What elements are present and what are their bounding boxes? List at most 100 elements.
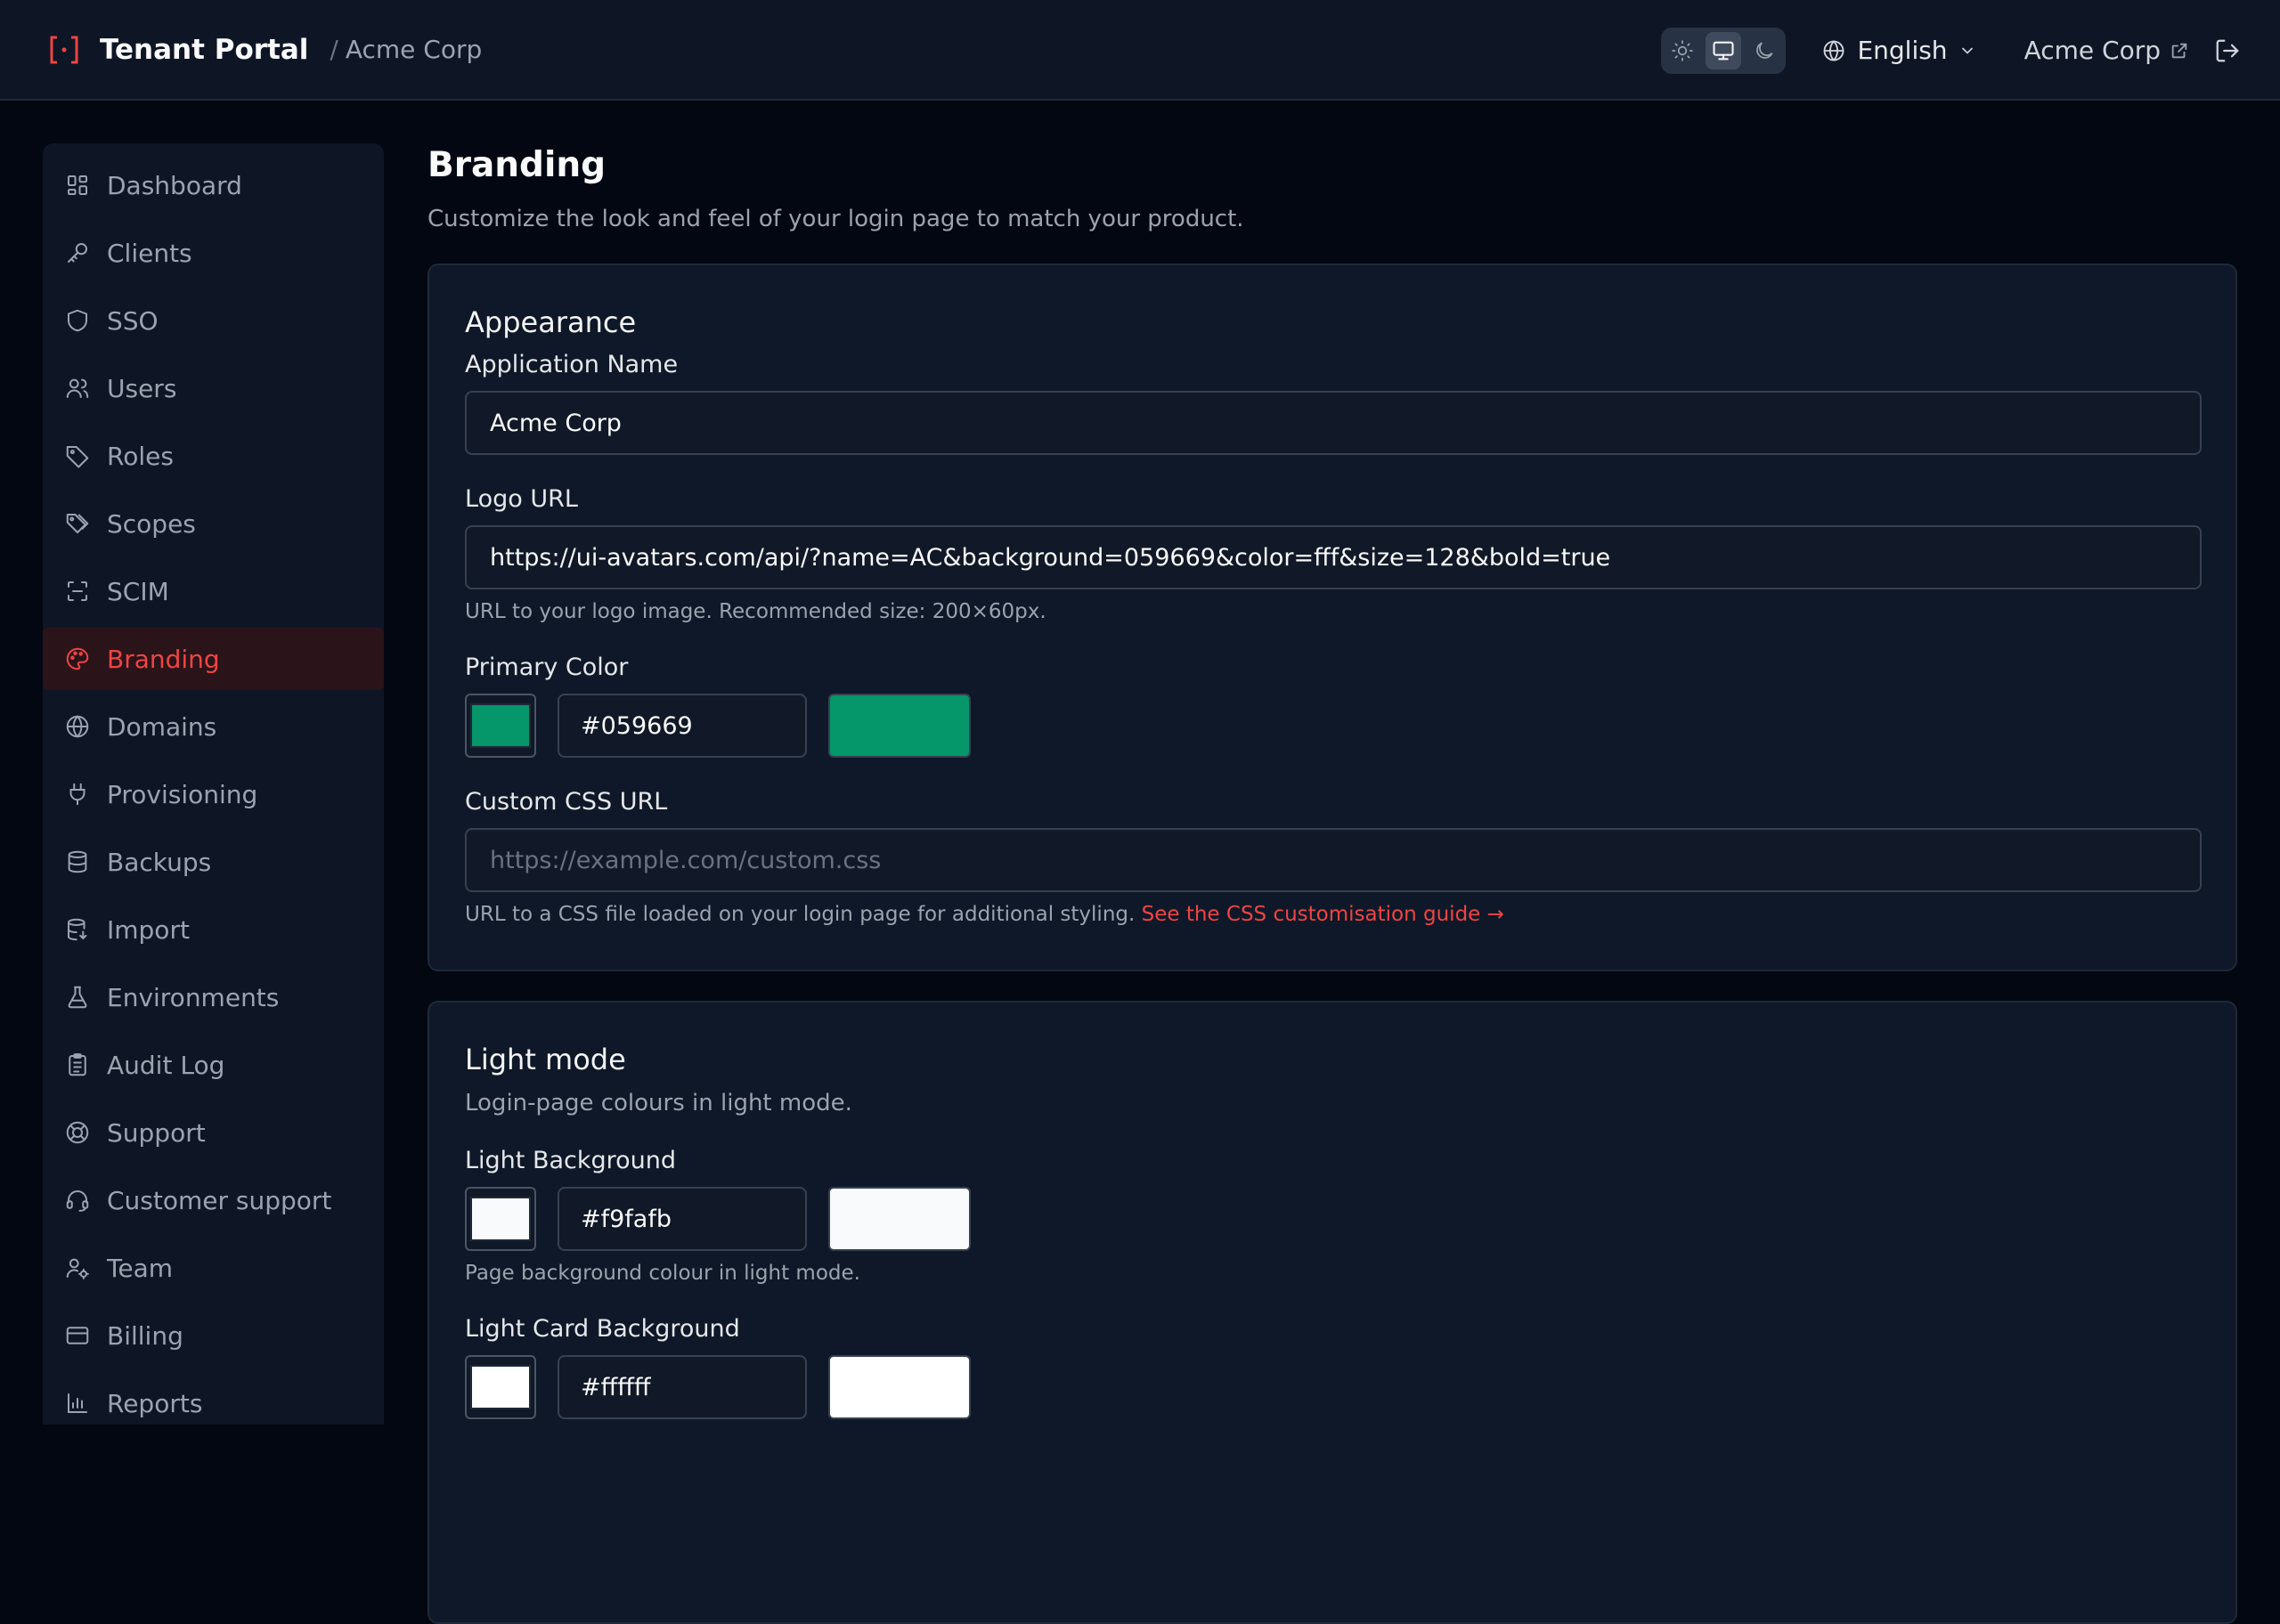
light-mode-card: Light mode Login-page colours in light m… xyxy=(428,1001,2237,1624)
scan-icon xyxy=(68,581,87,601)
app-name-label: Application Name xyxy=(465,351,679,378)
sidebar-item-label: Branding xyxy=(107,644,220,674)
tags-icon xyxy=(66,514,89,533)
theme-dark-button[interactable] xyxy=(1747,32,1782,69)
custom-css-hint: URL to a CSS file loaded on your login p… xyxy=(465,903,2200,926)
light-bg-preview xyxy=(828,1187,971,1251)
user-gear-icon xyxy=(66,1258,89,1279)
primary-color-input[interactable]: #059669 xyxy=(558,694,807,758)
moon-icon xyxy=(1756,42,1773,59)
sidebar: Dashboard Clients SSO Users Roles Scopes… xyxy=(43,143,384,1425)
sidebar-item-customer-support[interactable]: Customer support xyxy=(43,1169,384,1231)
css-guide-link[interactable]: See the CSS customisation guide → xyxy=(1142,903,1504,926)
sidebar-item-label: Reports xyxy=(107,1388,203,1418)
breadcrumb-separator: / xyxy=(330,35,338,64)
light-card-input[interactable]: #ffffff xyxy=(558,1355,807,1419)
logo-url-input[interactable]: https://ui-avatars.com/api/?name=AC&back… xyxy=(465,525,2202,589)
sun-icon xyxy=(1672,39,1694,61)
primary-color-swatch xyxy=(470,703,531,748)
sidebar-item-label: Customer support xyxy=(107,1185,332,1215)
language-label: English xyxy=(1857,36,1948,65)
sidebar-item-label: SCIM xyxy=(107,576,169,606)
sidebar-item-clients[interactable]: Clients xyxy=(43,222,384,284)
app-name-input[interactable]: Acme Corp xyxy=(465,391,2202,455)
appearance-title: Appearance xyxy=(465,305,637,339)
custom-css-input[interactable] xyxy=(465,828,2202,892)
tag-icon xyxy=(66,446,89,468)
primary-color-picker[interactable] xyxy=(465,694,536,758)
light-mode-description: Login-page colours in light mode. xyxy=(465,1090,852,1116)
sidebar-item-scopes[interactable]: Scopes xyxy=(43,492,384,555)
sidebar-item-backups[interactable]: Backups xyxy=(43,831,384,893)
page-subtitle: Customize the look and feel of your logi… xyxy=(428,206,1244,232)
breadcrumb-tenant: Acme Corp xyxy=(345,35,483,64)
sidebar-item-support[interactable]: Support xyxy=(43,1101,384,1164)
theme-light-button[interactable] xyxy=(1665,32,1700,69)
sidebar-item-provisioning[interactable]: Provisioning xyxy=(43,763,384,825)
sidebar-item-sso[interactable]: SSO xyxy=(43,289,384,352)
main-content: Branding Customize the look and feel of … xyxy=(428,143,2237,1624)
primary-color-preview xyxy=(828,694,971,758)
light-mode-title: Light mode xyxy=(465,1043,626,1076)
custom-css-hint-text: URL to a CSS file loaded on your login p… xyxy=(465,903,1136,926)
sidebar-item-label: Support xyxy=(107,1117,206,1148)
shield-icon xyxy=(68,309,87,332)
brand-logo-icon xyxy=(50,36,78,63)
logo-url-hint: URL to your logo image. Recommended size… xyxy=(465,600,1046,623)
sidebar-item-reports[interactable]: Reports xyxy=(43,1372,384,1434)
theme-toggle xyxy=(1661,27,1787,74)
top-bar: Tenant Portal / Acme Corp English Acme C… xyxy=(0,0,2280,101)
flask-icon xyxy=(68,986,87,1009)
light-bg-swatch xyxy=(470,1197,531,1241)
light-bg-input[interactable]: #f9fafb xyxy=(558,1187,807,1251)
sidebar-item-audit-log[interactable]: Audit Log xyxy=(43,1034,384,1096)
plug-icon xyxy=(69,783,86,806)
database-icon xyxy=(68,850,87,873)
logo-url-label: Logo URL xyxy=(465,485,578,513)
sidebar-item-label: Team xyxy=(107,1253,174,1283)
sidebar-item-import[interactable]: Import xyxy=(43,898,384,961)
sidebar-item-label: Provisioning xyxy=(107,779,258,809)
app-title: Tenant Portal xyxy=(100,33,309,66)
light-card-picker[interactable] xyxy=(465,1355,536,1419)
sidebar-item-dashboard[interactable]: Dashboard xyxy=(43,154,384,216)
sidebar-item-label: SSO xyxy=(107,305,159,336)
light-card-row: #ffffff xyxy=(465,1355,2200,1419)
sidebar-item-users[interactable]: Users xyxy=(43,357,384,419)
sidebar-item-billing[interactable]: Billing xyxy=(43,1304,384,1367)
sidebar-item-label: Users xyxy=(107,373,177,403)
sidebar-item-team[interactable]: Team xyxy=(43,1237,384,1299)
page-title: Branding xyxy=(428,145,607,185)
sidebar-item-label: Dashboard xyxy=(107,170,242,200)
sidebar-item-label: Scopes xyxy=(107,508,196,539)
sidebar-item-label: Domains xyxy=(107,711,217,742)
light-bg-picker[interactable] xyxy=(465,1187,536,1251)
sidebar-item-label: Roles xyxy=(107,441,174,471)
brand[interactable]: Tenant Portal / Acme Corp xyxy=(46,32,482,68)
sidebar-item-scim[interactable]: SCIM xyxy=(43,560,384,622)
sidebar-item-label: Backups xyxy=(107,847,212,877)
theme-system-button[interactable] xyxy=(1706,31,1742,69)
primary-color-row: #059669 xyxy=(465,694,2200,758)
globe-icon xyxy=(66,715,89,738)
light-card-swatch xyxy=(470,1365,531,1409)
external-link-icon xyxy=(2171,43,2187,58)
sidebar-item-label: Clients xyxy=(107,238,192,268)
sidebar-item-environments[interactable]: Environments xyxy=(43,966,384,1028)
lifebuoy-icon xyxy=(66,1121,89,1144)
language-selector[interactable]: English xyxy=(1821,36,1986,65)
logout-button[interactable] xyxy=(2214,37,2241,64)
light-bg-label: Light Background xyxy=(465,1147,677,1174)
light-card-label: Light Card Background xyxy=(465,1315,740,1343)
clipboard-icon xyxy=(69,1053,86,1076)
dashboard-icon xyxy=(68,175,87,195)
database-import-icon xyxy=(68,918,87,941)
tenant-external-link[interactable]: Acme Corp xyxy=(2024,36,2189,65)
globe-icon xyxy=(1824,39,1844,61)
sidebar-item-domains[interactable]: Domains xyxy=(43,695,384,758)
light-bg-hint: Page background colour in light mode. xyxy=(465,1262,860,1285)
sidebar-item-branding[interactable]: Branding xyxy=(43,628,384,690)
palette-icon xyxy=(66,647,89,670)
sidebar-item-roles[interactable]: Roles xyxy=(43,425,384,487)
custom-css-label: Custom CSS URL xyxy=(465,788,668,816)
